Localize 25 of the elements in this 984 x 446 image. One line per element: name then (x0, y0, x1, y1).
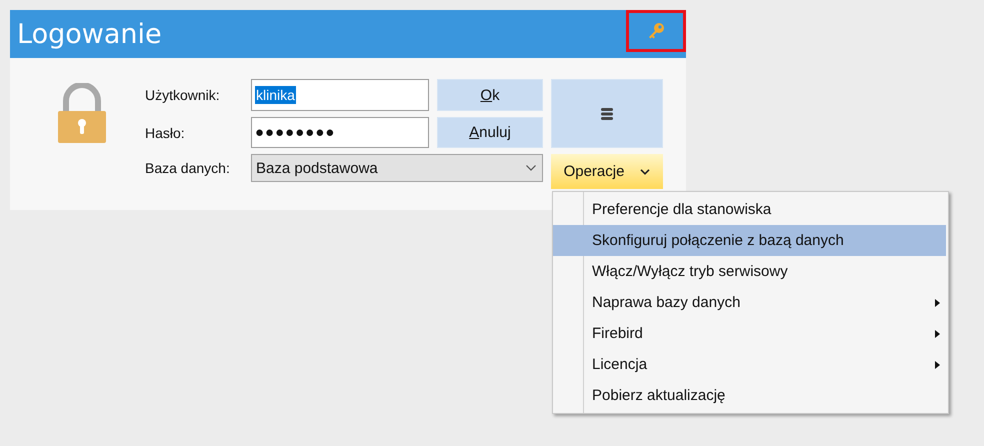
database-dropdown[interactable]: Baza podstawowa (251, 154, 543, 182)
username-field[interactable]: klinika (251, 79, 429, 111)
menu-item[interactable]: Firebird (553, 318, 946, 349)
menu-item[interactable]: Włącz/Wyłącz tryb serwisowy (553, 256, 946, 287)
key-button[interactable] (626, 10, 686, 52)
chevron-down-icon (526, 165, 536, 171)
user-label: Użytkownik: (145, 87, 221, 103)
password-label: Hasło: (145, 124, 186, 140)
chevron-down-icon (640, 168, 650, 174)
padlock-icon (56, 82, 108, 144)
submenu-arrow-icon (935, 298, 940, 306)
menu-item[interactable]: Naprawa bazy danych (553, 287, 946, 318)
menu-icon (601, 108, 613, 120)
window-title: Logowanie (16, 18, 162, 50)
menu-item[interactable]: Licencja (553, 349, 946, 380)
menu-item[interactable]: Skonfiguruj połączenie z bazą danych (553, 225, 946, 256)
menu-item[interactable]: Preferencje dla stanowiska (553, 194, 946, 225)
ok-button[interactable]: Ok (437, 79, 543, 111)
submenu-arrow-icon (935, 330, 940, 338)
database-label: Baza danych: (145, 160, 231, 176)
submenu-arrow-icon (935, 360, 940, 368)
operations-button[interactable]: Operacje (551, 154, 663, 189)
cancel-button[interactable]: Anuluj (437, 117, 543, 148)
menu-item[interactable]: Pobierz aktualizację (553, 380, 946, 411)
password-field[interactable]: ●●●●●●●● (251, 117, 429, 148)
